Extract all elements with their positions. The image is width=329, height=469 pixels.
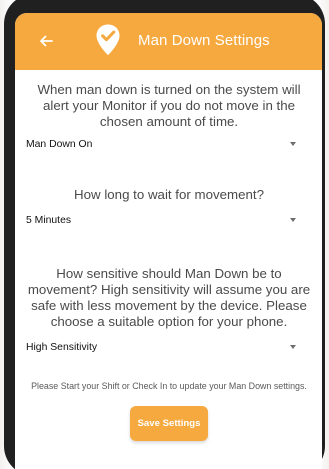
man-down-select-value: Man Down On [26, 138, 93, 150]
wait-time-select[interactable]: 5 Minutes [26, 209, 312, 231]
shift-notice: Please Start your Shift or Check In to u… [31, 381, 307, 391]
wait-time-description: How long to wait for movement? [74, 187, 264, 202]
arrow-left-icon [40, 35, 53, 47]
sensitivity-select-value: High Sensitivity [26, 341, 98, 353]
sensitivity-select[interactable]: High Sensitivity [26, 336, 312, 358]
save-settings-button[interactable]: Save Settings [130, 406, 208, 441]
app-bar: Man Down Settings [15, 13, 322, 70]
man-down-description: When man down is turned on the system wi… [37, 82, 301, 129]
sensitivity-description: How sensitive should Man Down be to move… [27, 266, 311, 329]
wait-time-select-value: 5 Minutes [26, 214, 72, 226]
back-button[interactable] [35, 30, 57, 52]
app-screen: Man Down Settings When man down is turne… [15, 13, 322, 469]
settings-form: When man down is turned on the system wi… [15, 82, 322, 441]
page-title: Man Down Settings [138, 32, 270, 49]
save-button-container: Save Settings [26, 406, 312, 441]
chevron-down-icon [290, 218, 296, 222]
location-pin-check-icon [96, 24, 120, 56]
chevron-down-icon [290, 142, 296, 146]
background: Man Down Settings When man down is turne… [0, 0, 329, 469]
man-down-select[interactable]: Man Down On [26, 133, 312, 155]
chevron-down-icon [290, 345, 296, 349]
